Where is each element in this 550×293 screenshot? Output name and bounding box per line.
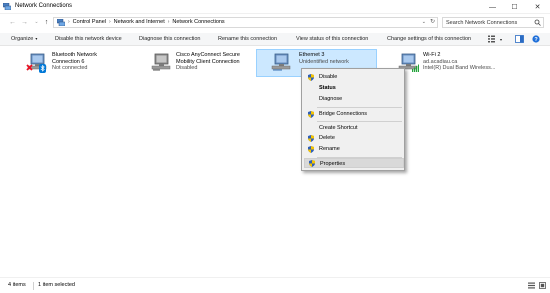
address-box[interactable]: › Control Panel › Network and Internet ›… — [53, 17, 438, 28]
address-bar-row: ← → ⌄ ↑ › Control Panel › Network and In… — [0, 15, 550, 31]
menu-item-diagnose[interactable]: Diagnose — [304, 94, 404, 104]
status-divider — [33, 282, 34, 290]
minimize-button[interactable]: — — [481, 0, 504, 14]
bluetooth-network-icon — [26, 53, 47, 73]
menu-item-label: Disable — [319, 74, 338, 80]
change-settings-button[interactable]: Change settings of this connection — [387, 36, 471, 42]
address-dropdown-icon[interactable]: ⌄ — [422, 19, 426, 25]
menu-item-disable[interactable]: Disable — [304, 72, 404, 82]
disable-device-button[interactable]: Disable this network device — [55, 36, 122, 42]
title-bar: Network Connections — ☐ ✕ — [0, 0, 550, 14]
uac-shield-icon — [308, 135, 314, 142]
menu-item-label: Properties — [320, 161, 346, 167]
breadcrumb-separator[interactable]: › — [68, 19, 70, 25]
ethernet-adapter-icon — [271, 53, 291, 71]
large-icons-view-icon[interactable] — [539, 282, 546, 289]
menu-item-label: Diagnose — [319, 96, 343, 102]
connection-bluetooth-network[interactable]: Bluetooth Network Connection 6 Not conne… — [22, 50, 122, 76]
breadcrumb-separator[interactable]: › — [109, 19, 111, 25]
menu-item-label: Bridge Connections — [319, 111, 368, 117]
menu-item-status[interactable]: Status — [304, 83, 404, 93]
uac-shield-icon — [308, 111, 314, 118]
maximize-button[interactable]: ☐ — [503, 0, 526, 14]
vpn-adapter-icon — [151, 53, 171, 71]
refresh-icon[interactable]: ↻ — [430, 18, 435, 25]
close-button[interactable]: ✕ — [526, 0, 549, 14]
breadcrumb: › Control Panel › Network and Internet ›… — [68, 19, 225, 25]
uac-shield-icon — [309, 160, 315, 167]
recent-locations-button[interactable]: ⌄ — [32, 18, 41, 27]
connection-text: Bluetooth Network Connection 6 Not conne… — [52, 52, 97, 72]
view-status-button[interactable]: View status of this connection — [296, 36, 368, 42]
context-menu: Disable Status Diagnose Bridge Connectio… — [301, 68, 405, 171]
menu-item-label: Delete — [319, 135, 335, 141]
menu-separator — [317, 107, 402, 108]
connection-status: Not connected — [52, 65, 88, 71]
network-connections-icon — [3, 3, 11, 10]
breadcrumb-control-panel[interactable]: Control Panel — [73, 19, 106, 25]
window-title: Network Connections — [15, 3, 73, 9]
up-button[interactable]: ↑ — [42, 18, 51, 27]
organize-label: Organize — [11, 36, 34, 42]
menu-item-label: Rename — [319, 146, 340, 152]
details-view-icon[interactable] — [528, 282, 535, 289]
view-options-icon[interactable] — [488, 35, 497, 43]
preview-pane-icon[interactable] — [515, 35, 524, 43]
connections-list: Bluetooth Network Connection 6 Not conne… — [0, 46, 550, 275]
item-count: 4 items — [8, 282, 26, 288]
back-button[interactable]: ← — [8, 18, 17, 27]
menu-item-bridge-connections[interactable]: Bridge Connections — [304, 109, 404, 119]
control-panel-icon — [57, 19, 65, 26]
chevron-down-icon: ▾ — [35, 36, 38, 41]
view-options-chevron-icon[interactable]: ▾ — [500, 37, 502, 42]
connection-status: Unidentified network — [299, 58, 349, 65]
connection-status: Disabled — [176, 65, 198, 71]
connection-name: Bluetooth Network — [52, 52, 97, 58]
connection-name: Cisco AnyConnect Secure — [176, 52, 240, 58]
rename-button[interactable]: Rename this connection — [218, 36, 277, 42]
menu-item-properties[interactable]: Properties — [304, 158, 404, 168]
help-icon[interactable]: ? — [532, 35, 540, 43]
menu-item-delete[interactable]: Delete — [304, 133, 404, 143]
menu-separator — [317, 121, 402, 122]
connection-text: Ethernet 3 Unidentified network — [299, 52, 349, 65]
forward-button[interactable]: → — [20, 18, 29, 27]
command-bar: Organize ▾ Disable this network device Di… — [0, 33, 550, 46]
connection-cisco-anyconnect[interactable]: Cisco AnyConnect Secure Mobility Client … — [146, 50, 256, 76]
connection-wifi-2[interactable]: Wi-Fi 2 ad.acadiau.ca Intel(R) Dual Band… — [393, 50, 508, 76]
menu-item-label: Status — [319, 85, 336, 91]
search-box — [442, 17, 544, 28]
diagnose-button[interactable]: Diagnose this connection — [139, 36, 200, 42]
connection-status: Intel(R) Dual Band Wireless... — [423, 65, 496, 71]
uac-shield-icon — [308, 74, 314, 81]
uac-shield-icon — [308, 146, 314, 153]
connection-text: Wi-Fi 2 ad.acadiau.ca Intel(R) Dual Band… — [423, 52, 495, 72]
search-icon[interactable] — [534, 19, 541, 26]
search-input[interactable] — [443, 18, 533, 27]
menu-item-rename[interactable]: Rename — [304, 144, 404, 154]
status-bar: 4 items 1 item selected — [0, 277, 550, 293]
breadcrumb-separator[interactable]: › — [168, 19, 170, 25]
organize-button[interactable]: Organize ▾ — [11, 36, 37, 42]
menu-item-label: Create Shortcut — [319, 125, 358, 131]
breadcrumb-network-and-internet[interactable]: Network and Internet — [114, 19, 165, 25]
connection-text: Cisco AnyConnect Secure Mobility Client … — [176, 52, 240, 72]
menu-item-create-shortcut[interactable]: Create Shortcut — [304, 123, 404, 133]
breadcrumb-network-connections[interactable]: Network Connections — [172, 19, 224, 25]
selection-count: 1 item selected — [38, 282, 75, 288]
